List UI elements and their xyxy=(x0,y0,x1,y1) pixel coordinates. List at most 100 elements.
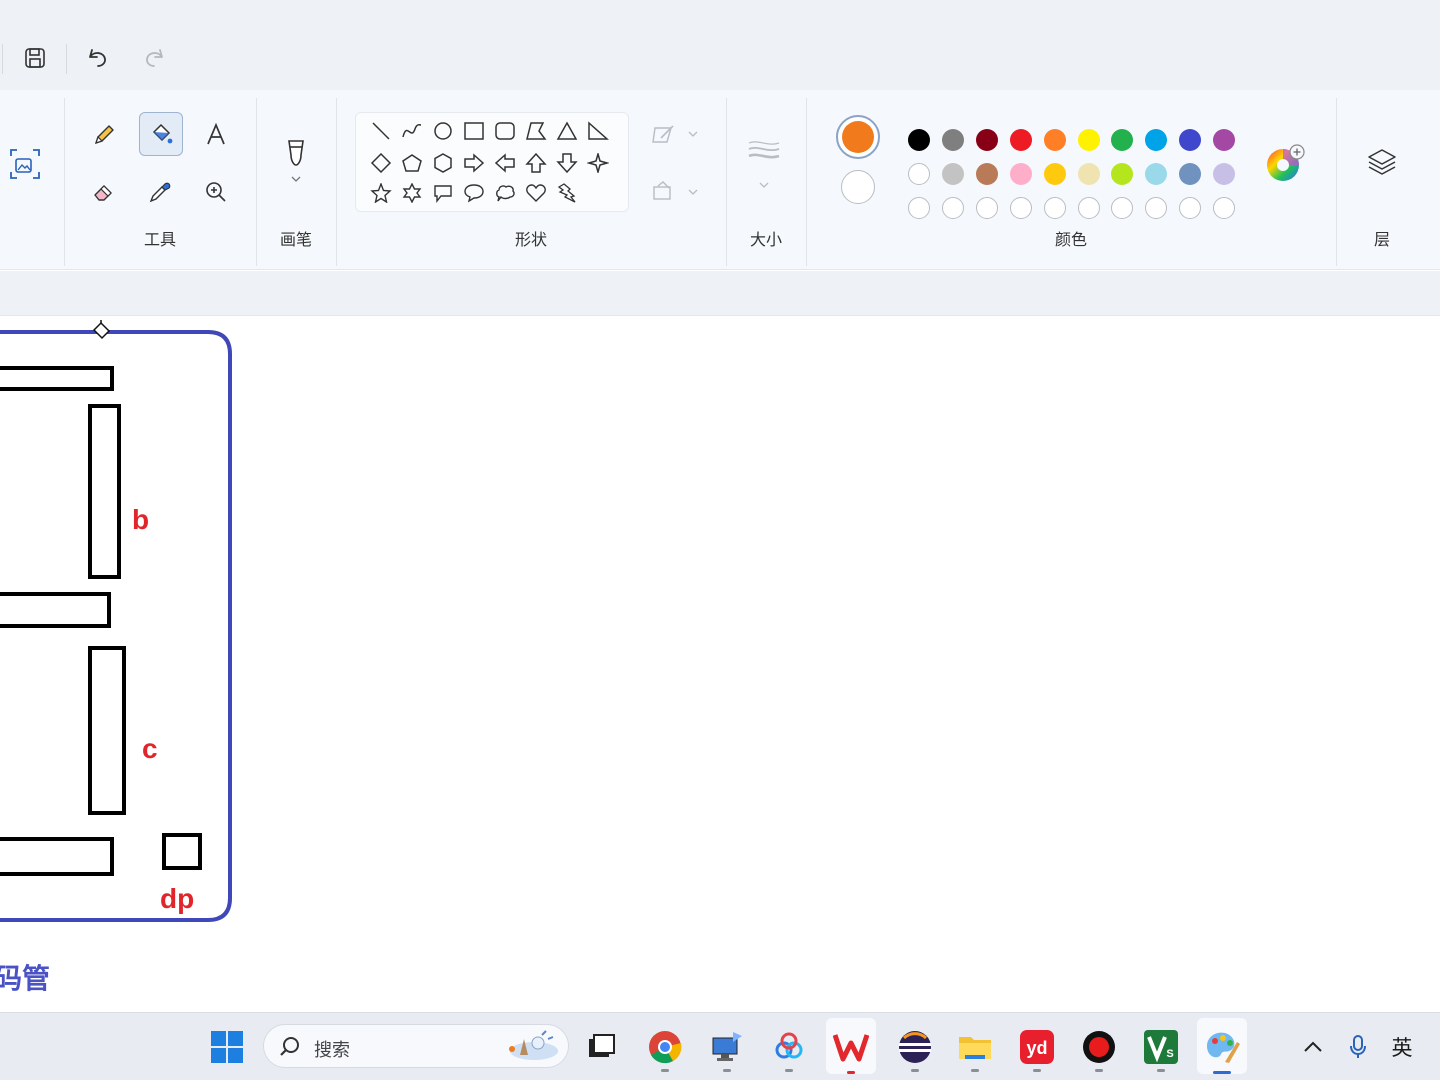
five-point-star-shape[interactable] xyxy=(367,179,395,207)
eraser-icon xyxy=(94,185,112,201)
color-swatch[interactable] xyxy=(1145,163,1168,185)
wps-app[interactable] xyxy=(826,1018,876,1074)
paint-app[interactable] xyxy=(1197,1018,1247,1074)
rectangle-shape[interactable] xyxy=(460,117,488,145)
file-explorer-app[interactable] xyxy=(950,1022,1000,1072)
separator xyxy=(64,98,65,266)
lightning-shape[interactable] xyxy=(553,179,581,207)
color-swatch[interactable] xyxy=(1111,129,1134,151)
four-point-star-shape[interactable] xyxy=(584,149,612,177)
custom-color-slot[interactable] xyxy=(1179,197,1202,219)
size-dropdown[interactable] xyxy=(744,130,784,196)
color-swatch[interactable] xyxy=(1111,163,1134,185)
eclipse-app[interactable] xyxy=(890,1022,940,1072)
running-indicator xyxy=(661,1069,669,1072)
pencil-tool[interactable] xyxy=(84,115,124,155)
custom-color-slot[interactable] xyxy=(908,197,930,219)
segment-a xyxy=(0,366,114,391)
layers-icon xyxy=(1368,149,1396,175)
color1-button[interactable] xyxy=(836,115,880,159)
rounded-rectangle-shape[interactable] xyxy=(491,117,519,145)
color-picker-tool[interactable] xyxy=(140,172,180,212)
six-point-star-shape[interactable] xyxy=(398,179,426,207)
color-swatch[interactable] xyxy=(1009,129,1032,151)
undo-button[interactable] xyxy=(80,40,116,76)
input-method-indicator[interactable]: 英 xyxy=(1380,1022,1424,1072)
left-arrow-shape[interactable] xyxy=(491,149,519,177)
oval-callout-shape[interactable] xyxy=(460,179,488,207)
custom-color-slot[interactable] xyxy=(1043,197,1066,219)
up-arrow-shape[interactable] xyxy=(522,149,550,177)
vivado-app[interactable]: S xyxy=(1136,1022,1186,1072)
diamond-shape[interactable] xyxy=(367,149,395,177)
custom-color-slot[interactable] xyxy=(1111,197,1134,219)
segment-c xyxy=(88,646,126,815)
drawing-canvas[interactable]: b c dp 码管 xyxy=(0,316,1440,1012)
color-swatch[interactable] xyxy=(1145,129,1168,151)
start-button[interactable] xyxy=(202,1022,252,1072)
youdao-icon: yd xyxy=(1020,1030,1054,1064)
layers-button[interactable] xyxy=(1362,142,1402,182)
obs-app[interactable] xyxy=(1074,1022,1124,1072)
custom-color-slot[interactable] xyxy=(941,197,964,219)
custom-color-slot[interactable] xyxy=(1213,197,1236,219)
label-dp: dp xyxy=(160,883,194,914)
segment-g xyxy=(0,592,111,628)
shape-fill-dropdown[interactable] xyxy=(646,176,702,208)
color-swatch[interactable] xyxy=(975,129,998,151)
triangle-shape[interactable] xyxy=(553,117,581,145)
rect-callout-shape[interactable] xyxy=(429,179,457,207)
color-swatch[interactable] xyxy=(1077,129,1100,151)
redo-button[interactable] xyxy=(136,40,172,76)
color-swatch[interactable] xyxy=(941,129,964,151)
hexagon-shape[interactable] xyxy=(429,149,457,177)
fill-tool[interactable] xyxy=(139,112,183,156)
down-arrow-shape[interactable] xyxy=(553,149,581,177)
color-swatch[interactable] xyxy=(1043,163,1066,185)
custom-color-slot[interactable] xyxy=(1077,197,1100,219)
color-swatch[interactable] xyxy=(908,129,930,151)
text-tool[interactable] xyxy=(196,115,236,155)
color-swatch[interactable] xyxy=(1213,129,1236,151)
color-swatch[interactable] xyxy=(1179,163,1202,185)
remote-desktop-app[interactable] xyxy=(702,1022,752,1072)
color2-button[interactable] xyxy=(841,170,875,204)
custom-color-slot[interactable] xyxy=(975,197,998,219)
custom-color-slot[interactable] xyxy=(1009,197,1032,219)
color-swatch[interactable] xyxy=(1213,163,1236,185)
right-triangle-shape[interactable] xyxy=(584,117,612,145)
edit-colors-button[interactable] xyxy=(1262,142,1306,186)
chrome-app[interactable] xyxy=(640,1022,690,1072)
cloud-callout-shape[interactable] xyxy=(491,179,519,207)
polygon-shape[interactable] xyxy=(522,117,550,145)
magnifier-tool[interactable] xyxy=(196,172,236,212)
microphone-button[interactable] xyxy=(1336,1022,1380,1072)
curve-shape[interactable] xyxy=(398,117,426,145)
oval-callout-icon xyxy=(464,184,484,203)
undo-icon xyxy=(89,49,106,67)
eraser-tool[interactable] xyxy=(84,172,124,212)
brushes-group-label: 画笔 xyxy=(279,230,313,249)
show-hidden-icons-button[interactable] xyxy=(1290,1022,1336,1072)
pentagon-shape[interactable] xyxy=(398,149,426,177)
right-arrow-shape[interactable] xyxy=(460,149,488,177)
oval-shape[interactable] xyxy=(429,117,457,145)
baidu-netdisk-app[interactable] xyxy=(764,1022,814,1072)
youdao-app[interactable]: yd xyxy=(1012,1022,1062,1072)
color-swatch[interactable] xyxy=(975,163,998,185)
shape-outline-dropdown[interactable] xyxy=(646,118,702,150)
image-select-button[interactable] xyxy=(4,142,46,186)
color-swatch[interactable] xyxy=(1009,163,1032,185)
custom-color-slot[interactable] xyxy=(1145,197,1168,219)
color-swatch[interactable] xyxy=(941,163,964,185)
heart-shape[interactable] xyxy=(522,179,550,207)
color-swatch[interactable] xyxy=(1077,163,1100,185)
color-swatch[interactable] xyxy=(1179,129,1202,151)
task-view-button[interactable] xyxy=(576,1022,626,1072)
brushes-dropdown[interactable] xyxy=(276,126,316,196)
color-swatch[interactable] xyxy=(908,163,930,185)
color-swatch[interactable] xyxy=(1043,129,1066,151)
taskbar-search[interactable]: 搜索 xyxy=(263,1024,569,1068)
line-shape[interactable] xyxy=(367,117,395,145)
save-button[interactable] xyxy=(17,40,53,76)
